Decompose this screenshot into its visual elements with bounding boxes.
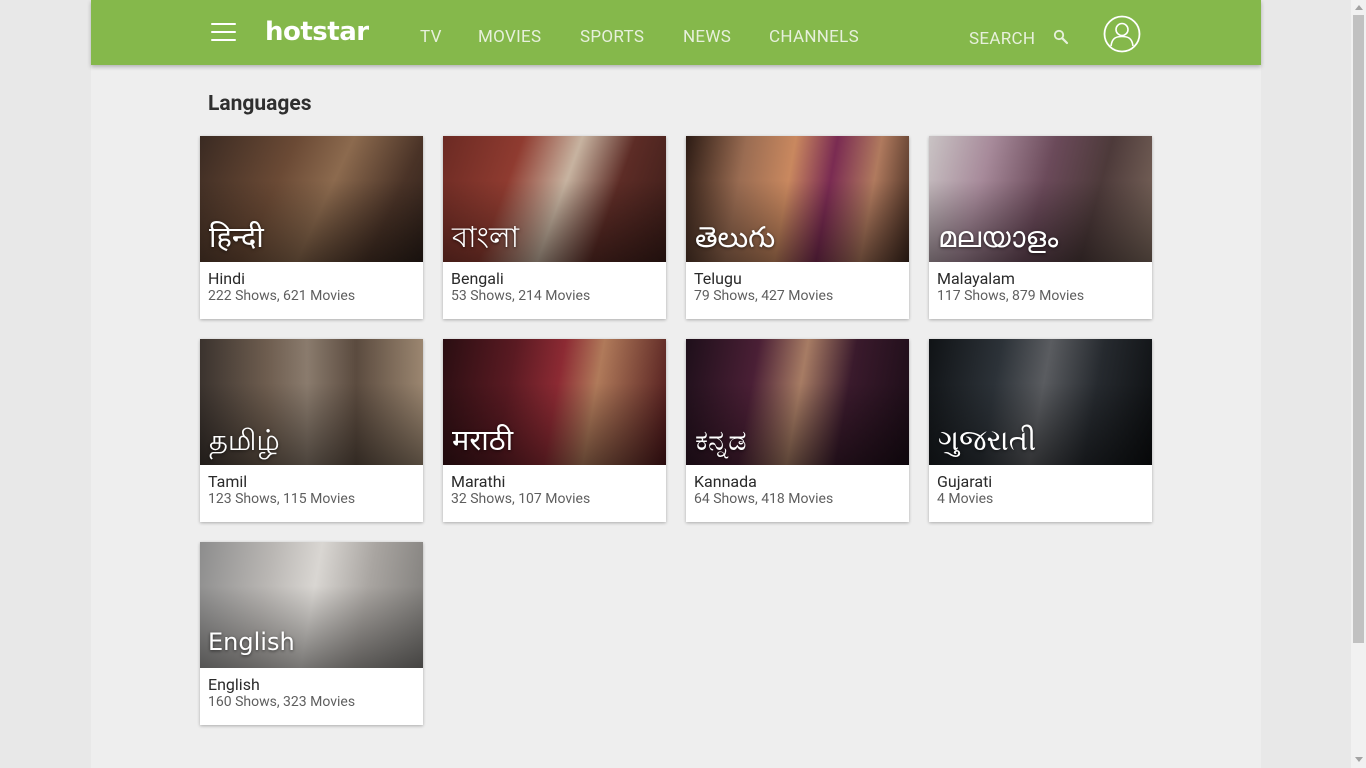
- content-count: 53 Shows, 214 Movies: [451, 288, 591, 304]
- nav-tv[interactable]: TV: [420, 26, 442, 48]
- scrollbar-thumb[interactable]: [1353, 15, 1364, 643]
- language-card-malayalam[interactable]: മലയാളം Malayalam 117 Shows, 879 Movies: [929, 136, 1152, 319]
- nav-sports[interactable]: SPORTS: [580, 26, 644, 48]
- native-language-label: English: [208, 628, 295, 656]
- thumbnail-image: తెలుగు: [686, 136, 909, 262]
- content-count: 32 Shows, 107 Movies: [451, 491, 591, 507]
- content-count: 117 Shows, 879 Movies: [937, 288, 1085, 304]
- content-count: 64 Shows, 418 Movies: [694, 491, 834, 507]
- content-count: 79 Shows, 427 Movies: [694, 288, 834, 304]
- page-container: hotstar TV MOVIES SPORTS NEWS CHANNELS S…: [91, 0, 1261, 768]
- language-name: Tamil: [208, 472, 248, 491]
- language-name: Kannada: [694, 472, 757, 491]
- content-count: 123 Shows, 115 Movies: [208, 491, 356, 507]
- language-card-kannada[interactable]: ಕನ್ನಡ Kannada 64 Shows, 418 Movies: [686, 339, 909, 522]
- nav-movies[interactable]: MOVIES: [478, 26, 541, 48]
- language-name: Malayalam: [937, 269, 1015, 288]
- native-language-label: ಕನ್ನಡ: [695, 423, 747, 457]
- thumbnail-image: বাংলা: [443, 136, 666, 262]
- language-name: Gujarati: [937, 472, 993, 491]
- native-language-label: தமிழ்: [209, 423, 280, 457]
- language-card-hindi[interactable]: हिन्दी Hindi 222 Shows, 621 Movies: [200, 136, 423, 319]
- native-language-label: हिन्दी: [209, 220, 264, 254]
- content-count: 160 Shows, 323 Movies: [208, 694, 356, 710]
- search-label[interactable]: SEARCH: [969, 28, 1035, 50]
- nav-news[interactable]: NEWS: [683, 26, 731, 48]
- language-card-english[interactable]: English English 160 Shows, 323 Movies: [200, 542, 423, 725]
- vertical-scrollbar[interactable]: [1351, 0, 1366, 768]
- user-avatar-icon[interactable]: [1103, 15, 1141, 53]
- language-card-marathi[interactable]: मराठी Marathi 32 Shows, 107 Movies: [443, 339, 666, 522]
- language-name: English: [208, 675, 260, 694]
- native-language-label: ગુજરાતી: [938, 423, 1037, 457]
- native-language-label: മലയാളം: [938, 220, 1059, 254]
- thumbnail-image: മലയാളം: [929, 136, 1152, 262]
- thumbnail-image: தமிழ்: [200, 339, 423, 465]
- thumbnail-image: ಕನ್ನಡ: [686, 339, 909, 465]
- thumbnail-image: English: [200, 542, 423, 668]
- scroll-up-arrow-icon[interactable]: [1355, 5, 1363, 10]
- content-count: 222 Shows, 621 Movies: [208, 288, 356, 304]
- language-name: Hindi: [208, 269, 246, 288]
- scroll-down-arrow-icon[interactable]: [1355, 757, 1363, 762]
- thumbnail-image: मराठी: [443, 339, 666, 465]
- language-name: Marathi: [451, 472, 506, 491]
- thumbnail-image: हिन्दी: [200, 136, 423, 262]
- native-language-label: বাংলা: [452, 220, 520, 254]
- thumbnail-image: ગુજરાતી: [929, 339, 1152, 465]
- content-count: 4 Movies: [937, 491, 994, 507]
- language-name: Telugu: [694, 269, 742, 288]
- language-card-bengali[interactable]: বাংলা Bengali 53 Shows, 214 Movies: [443, 136, 666, 319]
- page-title: Languages: [208, 92, 312, 116]
- native-language-label: मराठी: [452, 423, 514, 457]
- language-name: Bengali: [451, 269, 504, 288]
- language-card-telugu[interactable]: తెలుగు Telugu 79 Shows, 427 Movies: [686, 136, 909, 319]
- hamburger-icon[interactable]: [211, 23, 236, 43]
- top-navbar: hotstar TV MOVIES SPORTS NEWS CHANNELS S…: [91, 0, 1261, 65]
- language-card-gujarati[interactable]: ગુજરાતી Gujarati 4 Movies: [929, 339, 1152, 522]
- language-card-tamil[interactable]: தமிழ் Tamil 123 Shows, 115 Movies: [200, 339, 423, 522]
- nav-channels[interactable]: CHANNELS: [769, 26, 859, 48]
- hotstar-logo[interactable]: hotstar: [265, 15, 369, 49]
- search-icon[interactable]: [1052, 28, 1070, 46]
- native-language-label: తెలుగు: [695, 220, 776, 254]
